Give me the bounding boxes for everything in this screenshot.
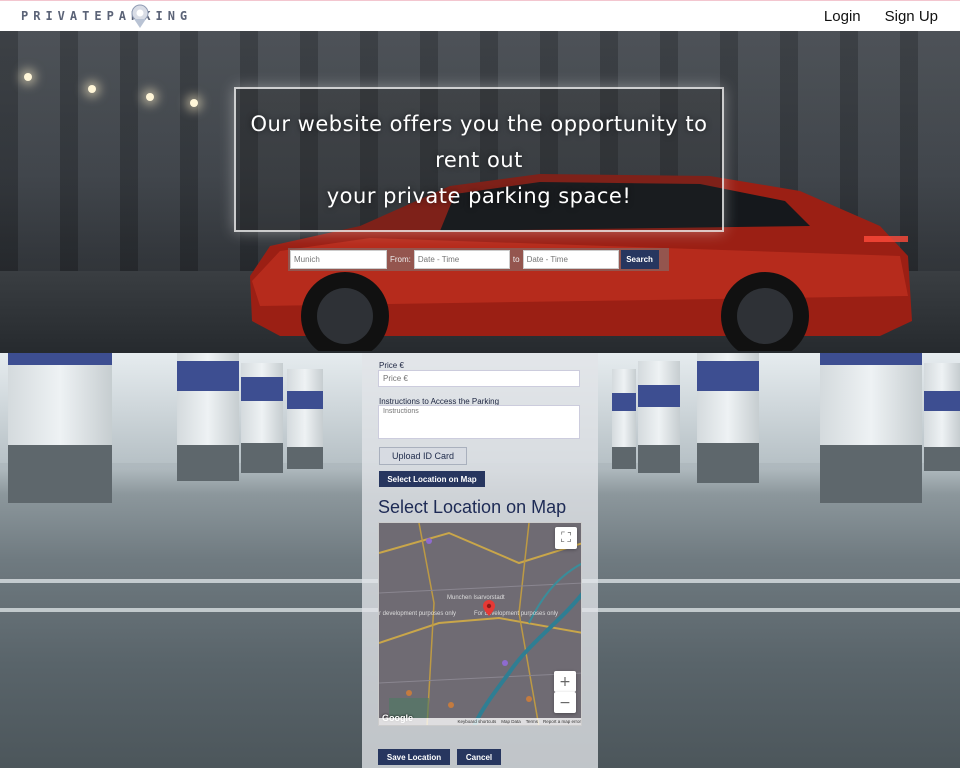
price-input[interactable] [378,370,580,387]
zoom-out-button[interactable]: − [554,692,576,713]
hero-title-line2: your private parking space! [326,183,632,208]
hero-message-box: Our website offers you the opportunity t… [234,87,724,232]
map-footer-report-link[interactable]: Report a map error [543,718,581,725]
top-header: PRIVATEPARKING Login Sign Up [0,0,960,31]
location-search-input[interactable] [290,250,387,269]
header-nav: Login Sign Up [824,8,938,25]
parking-pillar [241,363,283,473]
parking-pillar [638,361,680,473]
signup-link[interactable]: Sign Up [885,8,938,25]
parking-pillar [924,363,960,471]
hero-title: Our website offers you the opportunity t… [244,106,714,214]
ceiling-lamp [190,99,198,107]
upload-id-card-button[interactable]: Upload ID Card [379,447,467,465]
location-pin-logo-icon [131,4,149,28]
map-heading: Select Location on Map [378,497,567,517]
map-tiles [379,523,581,725]
map-city-label: Munchen Isarvorstadt [447,595,505,601]
instructions-textarea[interactable] [378,405,580,439]
search-button[interactable]: Search [620,250,659,269]
parking-pillar [287,369,323,469]
logo-text: PRIVATEPARKING [21,9,193,23]
location-map[interactable]: r development purposes only For developm… [378,522,582,726]
parking-pillar [8,353,112,503]
login-link[interactable]: Login [824,8,861,25]
parking-pillar [177,353,239,481]
parking-pillar [612,369,636,469]
map-dev-watermark-left: r development purposes only [379,611,457,617]
price-label: Price € [379,361,404,370]
ceiling-lamp [88,85,96,93]
to-datetime-input[interactable] [522,250,619,269]
parking-search-bar: From: to Search [288,248,669,271]
ceiling-lamp [146,93,154,101]
zoom-in-button[interactable]: + [554,671,576,692]
hero-title-line1: Our website offers you the opportunity t… [250,111,708,172]
select-location-button[interactable]: Select Location on Map [379,471,485,487]
parking-pillar [697,353,759,483]
map-footer-keyboard-link[interactable]: Keyboard shortcuts [457,718,496,725]
cancel-button[interactable]: Cancel [457,749,501,765]
map-footer: Keyboard shortcuts Map Data Terms Report… [379,718,581,725]
map-footer-terms-link[interactable]: Terms [526,718,538,725]
location-marker-icon[interactable] [483,600,495,616]
save-location-button[interactable]: Save Location [378,749,450,765]
from-datetime-input[interactable] [413,250,510,269]
parking-pillar [820,353,922,503]
to-label: to [512,255,520,264]
site-logo[interactable]: PRIVATEPARKING [21,1,192,32]
hero-banner: Our website offers you the opportunity t… [0,31,960,353]
from-label: From: [390,255,411,264]
fullscreen-icon[interactable]: ⛶ [555,527,577,549]
map-footer-data-link[interactable]: Map Data [501,718,521,725]
ceiling-lamp [24,73,32,81]
parking-form-panel: Price € Instructions to Access the Parki… [362,353,598,768]
